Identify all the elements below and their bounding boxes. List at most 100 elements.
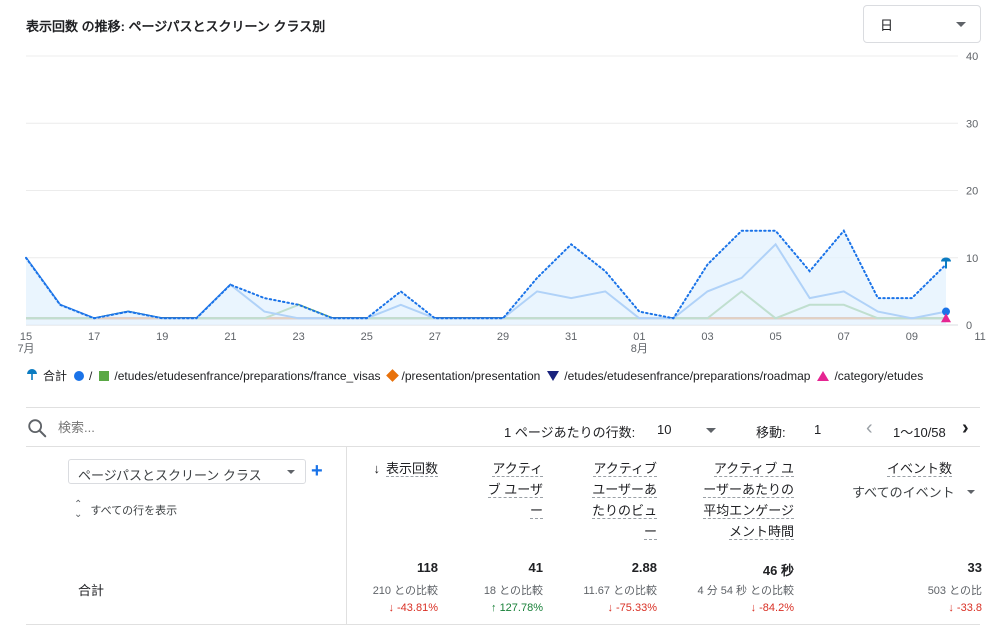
delta-value: ↓ -33.8 xyxy=(948,602,982,614)
diamond-icon xyxy=(385,369,399,382)
delta-value: ↓ -75.33% xyxy=(607,602,657,614)
column-header-label: ー xyxy=(529,503,543,519)
y-tick-label: 40 xyxy=(966,51,978,63)
column-header-label: アクティブ ユ xyxy=(713,461,794,477)
show-all-rows-button[interactable]: ⌃ ⌄ すべての行を表示 xyxy=(74,500,177,520)
triangle-down-icon xyxy=(547,370,560,381)
column-header-3[interactable]: アクティブ ユーザーあたりの 平均エンゲージ メント時間 xyxy=(703,458,794,542)
legend-item: /category/etudes xyxy=(817,369,923,383)
x-tick-label: 03 xyxy=(701,331,713,343)
legend-label: /etudes/etudesenfrance/preparations/fran… xyxy=(114,368,381,383)
x-tick-label: 05 xyxy=(770,331,782,343)
chevron-right-icon[interactable]: › xyxy=(962,418,969,438)
total-row-label: 合計 xyxy=(78,583,105,598)
delta-value: ↓ -84.2% xyxy=(751,602,794,614)
add-dimension-button[interactable]: + xyxy=(311,459,323,483)
x-tick-label: 31 xyxy=(565,331,577,343)
x-month-label: 7月 xyxy=(17,343,34,355)
legend-item: 合計 xyxy=(26,367,67,384)
rows-per-page-value[interactable]: 10 xyxy=(657,422,671,437)
square-icon xyxy=(99,370,110,381)
arrow-down-icon: ↓ xyxy=(948,602,957,614)
total-value: 2.88 xyxy=(631,560,657,575)
total-value: 46 秒 xyxy=(762,563,794,578)
goto-label: 移動: xyxy=(756,425,786,440)
delta-value: ↓ -43.81% xyxy=(388,602,438,614)
legend-item: / xyxy=(74,369,92,383)
arrow-down-icon: ↓ xyxy=(388,602,398,614)
chevron-down-icon xyxy=(966,489,975,494)
column-header-label: アクティ xyxy=(492,461,543,477)
column-header-0[interactable]: ↓ 表示回数 xyxy=(373,458,438,479)
delta-text: -75.33% xyxy=(616,602,657,614)
legend-item: /presentation/presentation xyxy=(385,368,541,383)
column-header-label: イベント数 xyxy=(886,461,952,477)
delta-text: 127.78% xyxy=(499,602,543,614)
x-tick-label: 15 xyxy=(20,331,32,343)
period-select[interactable]: 日 xyxy=(863,5,981,43)
total-value: 118 xyxy=(417,560,438,575)
column-header-label: 表示回数 xyxy=(385,461,438,477)
page-range: 1〜10/58 xyxy=(893,425,946,440)
line-chart: 0 10 20 30 40 157月 17 19 21 23 25 27 29 31 018月 03 05 07 0… xyxy=(17,51,985,355)
legend-item: /etudes/etudesenfrance/preparations/fran… xyxy=(99,368,381,383)
arrow-down-icon: ↓ xyxy=(607,602,617,614)
chevron-down-icon[interactable] xyxy=(706,428,716,433)
x-month-label: 8月 xyxy=(631,343,648,355)
circle-icon xyxy=(74,370,85,381)
dimension-select[interactable]: ページパスとスクリーン クラス xyxy=(68,459,306,484)
arrow-down-icon: ↓ xyxy=(750,602,760,614)
compare-value: 4 分 54 秒 との比較 xyxy=(697,585,794,597)
total-value: 41 xyxy=(528,560,543,575)
x-tick-label: 01 xyxy=(633,331,645,343)
column-header-label: アクティブ xyxy=(593,461,657,477)
compare-value: 210 との比較 xyxy=(372,585,438,597)
x-tick-label: 11 xyxy=(974,331,985,343)
column-header-4[interactable]: イベント数 xyxy=(886,458,952,479)
arrow-up-icon: ↑ xyxy=(491,602,500,614)
legend-label: / xyxy=(89,368,93,383)
y-tick-label: 20 xyxy=(966,186,978,198)
dimension-label: ページパスとスクリーン クラス xyxy=(78,468,262,483)
column-header-label: ー xyxy=(643,524,657,540)
search-input[interactable] xyxy=(58,420,258,435)
x-tick-label: 21 xyxy=(224,331,236,343)
y-tick-label: 30 xyxy=(966,118,978,130)
series-area-total xyxy=(26,230,946,325)
legend-label: 合計 xyxy=(43,369,68,383)
column-header-2[interactable]: アクティブユーザーあたりのビュー xyxy=(591,458,657,542)
divider xyxy=(26,407,980,408)
legend-item: /etudes/etudesenfrance/preparations/road… xyxy=(547,369,810,383)
sort-arrow-icon: ↓ xyxy=(373,461,380,476)
delta-text: -84.2% xyxy=(759,602,794,614)
column-header-label: ユーザーあ xyxy=(592,482,657,498)
total-value: 33 xyxy=(967,560,982,575)
column-header-1[interactable]: アクティブ ユーザー xyxy=(487,458,543,521)
legend-label: /presentation/presentation xyxy=(401,368,541,383)
period-value: 日 xyxy=(880,17,894,33)
goto-page-input[interactable]: 1 xyxy=(814,422,821,437)
x-tick-label: 09 xyxy=(906,331,918,343)
compare-value: 18 との比較 xyxy=(483,585,543,597)
chart-title: 表示回数 の推移: ページパスとスクリーン クラス別 xyxy=(26,19,326,34)
x-tick-label: 25 xyxy=(361,331,373,343)
chevron-down-icon xyxy=(956,22,966,27)
end-marker-total-stem xyxy=(945,261,947,269)
delta-value: ↑ 127.78% xyxy=(491,602,543,614)
y-tick-label: 0 xyxy=(966,320,972,332)
chevron-left-icon[interactable]: ‹ xyxy=(866,418,873,438)
x-tick-label: 19 xyxy=(156,331,168,343)
search-icon[interactable] xyxy=(26,417,48,439)
chevron-down-icon xyxy=(287,470,295,474)
triangle-up-icon xyxy=(817,370,830,381)
y-tick-label: 10 xyxy=(966,253,978,265)
delta-text: -33.8 xyxy=(956,602,982,614)
column-divider xyxy=(346,446,347,624)
x-tick-label: 29 xyxy=(497,331,509,343)
expand-icon: ⌃ ⌄ xyxy=(74,499,83,520)
x-tick-label: 27 xyxy=(429,331,441,343)
table-toolbar: 1 ページあたりの行数: 10 移動: 1 ‹ 1〜10/58 › xyxy=(26,414,986,444)
event-filter-select[interactable]: すべてのイベント xyxy=(852,482,975,501)
column-header-label: たりのビュ xyxy=(591,503,657,519)
show-all-label: すべての行を表示 xyxy=(90,505,178,517)
